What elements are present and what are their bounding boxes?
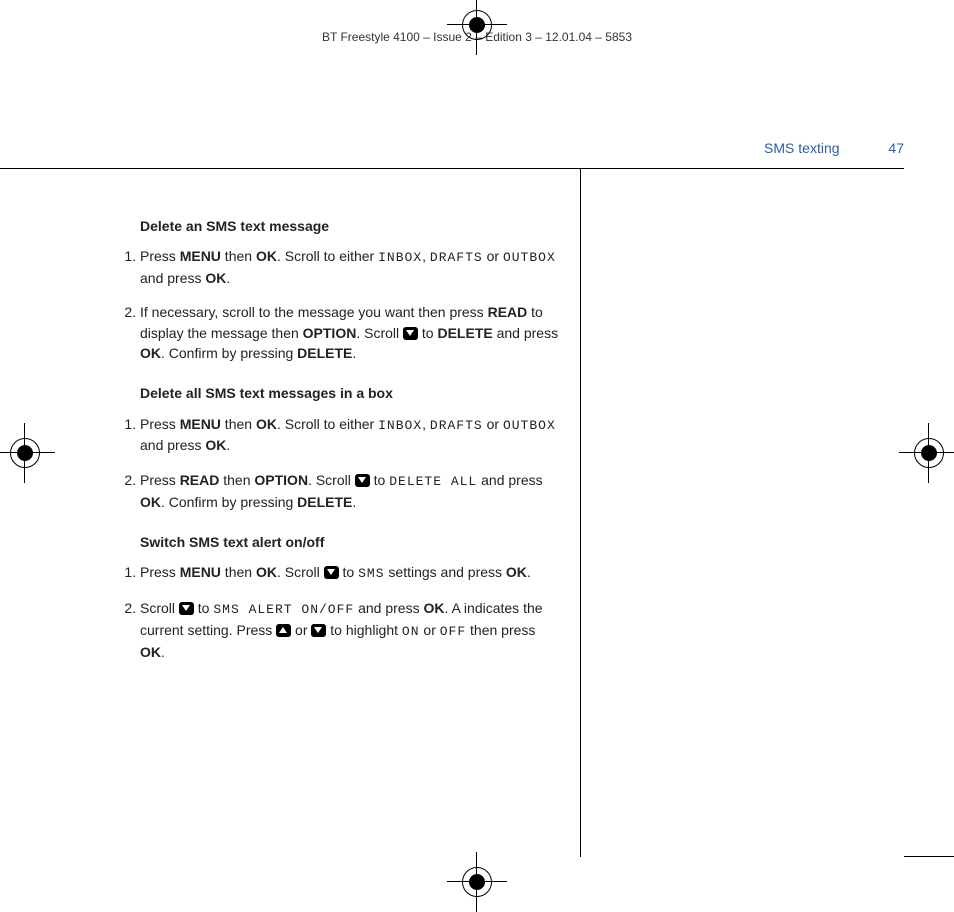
- list-item: Press MENU then OK. Scroll to either INB…: [140, 246, 560, 288]
- down-arrow-icon: [179, 602, 194, 615]
- page-frame: SMS texting 47 Delete an SMS text messag…: [50, 68, 904, 857]
- down-arrow-icon: [355, 474, 370, 487]
- list-item: Press MENU then OK. Scroll to SMS settin…: [140, 562, 560, 584]
- running-head: SMS texting 47: [764, 140, 904, 156]
- heading-sms-alert: Switch SMS text alert on/off: [140, 532, 560, 552]
- body-content: Delete an SMS text message Press MENU th…: [115, 198, 560, 682]
- list-item: Press MENU then OK. Scroll to either INB…: [140, 414, 560, 456]
- crop-mark-left: [10, 438, 40, 468]
- section-name: SMS texting: [764, 140, 839, 156]
- rule-bottom-right: [904, 856, 954, 857]
- list-item: Scroll to SMS ALERT ON/OFF and press OK.…: [140, 598, 560, 662]
- down-arrow-icon: [324, 566, 339, 579]
- heading-delete-sms: Delete an SMS text message: [140, 216, 560, 236]
- heading-delete-all: Delete all SMS text messages in a box: [140, 383, 560, 403]
- list-item: If necessary, scroll to the message you …: [140, 302, 560, 363]
- rule-top-left: [0, 168, 50, 169]
- up-arrow-icon: [276, 624, 291, 637]
- list-item: Press READ then OPTION. Scroll to DELETE…: [140, 470, 560, 512]
- crop-mark-right: [914, 438, 944, 468]
- down-arrow-icon: [403, 327, 418, 340]
- column-divider: [580, 168, 581, 857]
- rule-top: [50, 168, 904, 169]
- page-number: 47: [888, 140, 904, 156]
- crop-mark-bottom: [462, 867, 492, 897]
- doc-header: BT Freestyle 4100 – Issue 2 – Edition 3 …: [0, 30, 954, 44]
- down-arrow-icon: [311, 624, 326, 637]
